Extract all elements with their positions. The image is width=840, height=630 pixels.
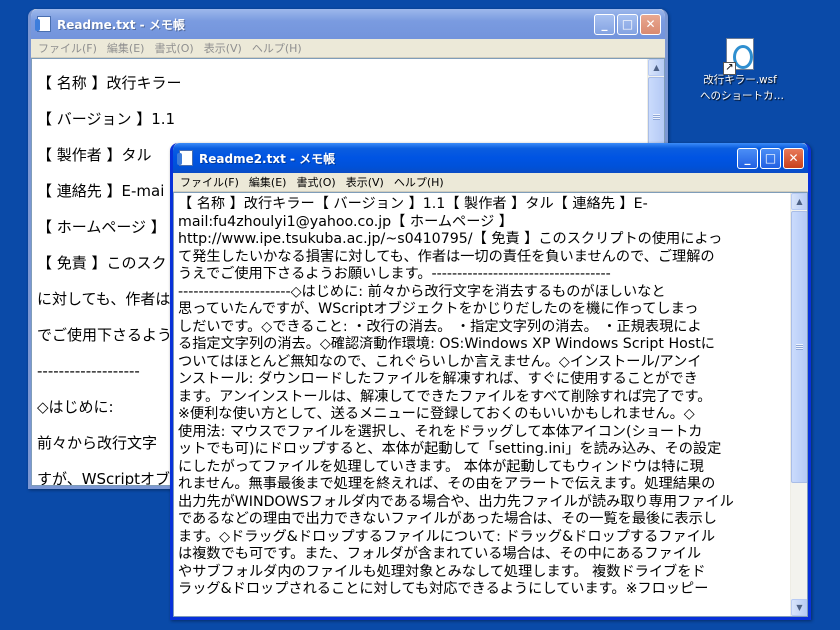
text-line: ----------------------◇はじめに: 前々から改行文字を消去… (178, 283, 666, 300)
window-title: Readme.txt - メモ帳 (57, 17, 185, 32)
text-line: うえでご使用下さるようお願いします。----------------------… (178, 266, 611, 282)
text-line: ついてはほとんど無知なので、これぐらいしか言えません。◇インストール/アンイ (178, 353, 702, 370)
maximize-button[interactable]: □ (760, 147, 781, 169)
menu-bar: ファイル(F) 編集(E) 書式(O) 表示(V) ヘルプ(H) (31, 39, 665, 58)
text-line: 使用法: マウスでファイルを選択し、それをドラッグして本体アイコン(ショートカ (178, 423, 703, 440)
text-line: は複数でも可です。また、フォルダが含まれている場合は、その中にあるファイル (178, 546, 702, 562)
text-line: ※便利な使い方として、送るメニューに登録しておくのもいいかもしれません。◇ (178, 406, 695, 422)
text-line: であるなどの理由で出力できないファイルがあった場合は、その一覧を最後に表示し (178, 511, 717, 527)
menu-view[interactable]: 表示(V) (199, 40, 247, 56)
text-line: しだいです。◇できること: ・改行の消去。 ・指定文字列の消去。 ・正規表現によ (178, 318, 702, 335)
text-line: 出力先がWINDOWSフォルダ内である場合や、出力先ファイルが読み取り専用ファイ… (178, 493, 734, 510)
scroll-thumb[interactable] (791, 211, 807, 483)
maximize-button[interactable]: □ (617, 13, 638, 35)
window-title: Readme2.txt - メモ帳 (199, 151, 336, 166)
menu-format[interactable]: 書式(O) (291, 174, 340, 190)
minimize-button[interactable]: _ (594, 13, 615, 35)
text-line: れません。無事最後まで処理を終えれば、その由をアラートで伝えます。処理結果の (178, 476, 716, 492)
text-line: ラッグ&ドロップされることに対しても対応できるようにしています。※フロッピー (178, 581, 709, 597)
scroll-up-icon[interactable]: ▲ (648, 59, 664, 76)
menu-help[interactable]: ヘルプ(H) (247, 40, 307, 56)
menu-bar: ファイル(F) 編集(E) 書式(O) 表示(V) ヘルプ(H) (173, 173, 808, 192)
menu-edit[interactable]: 編集(E) (102, 40, 150, 56)
script-file-icon (723, 38, 754, 75)
text-line: 【 バージョン 】1.1 (37, 110, 176, 128)
close-button[interactable]: ✕ (640, 13, 661, 35)
text-line: http://www.ipe.tsukuba.ac.jp/~s0410795/【… (178, 231, 723, 247)
minimize-button[interactable]: _ (737, 147, 758, 169)
text-line: やサブフォルダ内のファイルも処理対象とみなして処理します。 複数ドライブをド (178, 563, 706, 580)
text-line: る指定文字列の消去。◇確認済動作環境: OS:Windows XP Window… (178, 336, 715, 352)
text-line: 【 名称 】改行キラー (37, 74, 182, 92)
text-line: mail:fu4zhoulyi1@yahoo.co.jp【 ホームページ 】 (178, 213, 513, 230)
scroll-up-icon[interactable]: ▲ (791, 193, 807, 210)
title-bar[interactable]: Readme.txt - メモ帳 _ □ ✕ (31, 9, 665, 39)
text-line: ます。◇ドラッグ&ドロップするファイルについて: ドラッグ&ドロップするファイル (178, 528, 716, 545)
menu-file[interactable]: ファイル(F) (175, 174, 244, 190)
menu-file[interactable]: ファイル(F) (33, 40, 102, 56)
menu-format[interactable]: 書式(O) (149, 40, 198, 56)
desktop-shortcut-label-1: 改行キラー.wsf (703, 74, 777, 86)
text-line: ンストール: ダウンロードしたファイルを解凍すれば、すぐに使用することができ (178, 371, 698, 387)
text-line: にしたがってファイルを処理していきます。 本体が起動してもウィンドウは特に現 (178, 458, 704, 475)
menu-edit[interactable]: 編集(E) (244, 174, 292, 190)
text-line: 思っていたんですが、WScriptオブジェクトをかじりだしたのを機に作ってしまっ (178, 301, 699, 317)
text-line: ます。アンインストールは、解凍してできたファイルをすべて削除すれば完了です。 (178, 388, 712, 405)
menu-view[interactable]: 表示(V) (341, 174, 389, 190)
desktop-shortcut[interactable]: 改行キラー.wsf へのショートカ… (700, 38, 784, 102)
title-bar[interactable]: Readme2.txt - メモ帳 _ □ ✕ (173, 143, 808, 173)
scroll-down-icon[interactable]: ▼ (791, 599, 807, 616)
text-line: ットでも可)にドロップすると、本体が起動して「setting.ini」を読み込み… (178, 441, 722, 457)
menu-help[interactable]: ヘルプ(H) (389, 174, 449, 190)
text-line: 【 名称 】改行キラー【 バージョン 】1.1【 製作者 】タル【 連絡先 】E… (178, 196, 648, 212)
close-button[interactable]: ✕ (783, 147, 804, 169)
notepad-window-readme2[interactable]: Readme2.txt - メモ帳 _ □ ✕ ファイル(F) 編集(E) 書式… (170, 143, 811, 620)
desktop-shortcut-label-2: へのショートカ… (700, 90, 784, 102)
text-line: て発生したいかなる損害に対しても、作者は一切の責任を負いませんので、ご理解の (178, 248, 715, 265)
vertical-scrollbar[interactable]: ▲ ▼ (790, 193, 807, 616)
text-editor-area[interactable]: 【 名称 】改行キラー【 バージョン 】1.1【 製作者 】タル【 連絡先 】E… (173, 192, 808, 617)
notepad-icon (35, 16, 51, 32)
editor-text: 【 名称 】改行キラー【 バージョン 】1.1【 製作者 】タル【 連絡先 】E… (178, 196, 788, 599)
notepad-icon (177, 150, 193, 166)
